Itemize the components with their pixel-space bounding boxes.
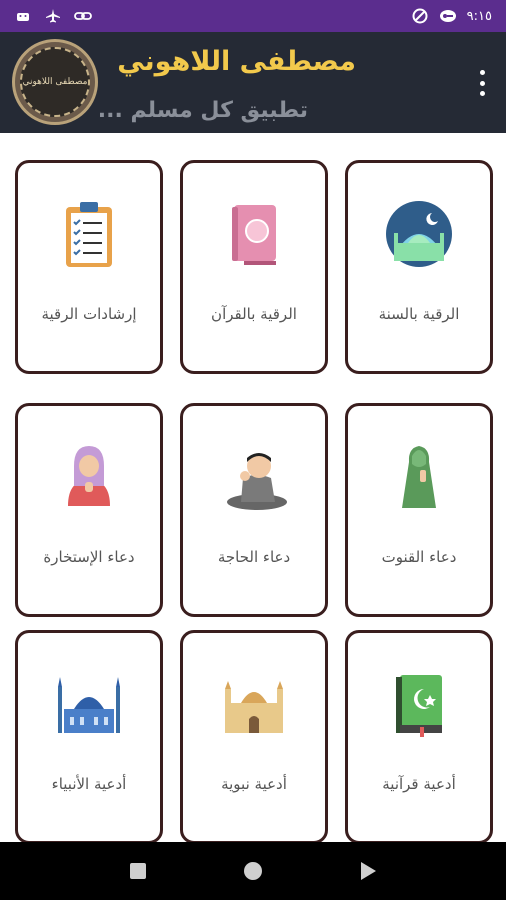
girl-praying-icon (54, 442, 124, 512)
app-title: مصطفى اللاهوني (117, 46, 356, 77)
card-label: أدعية نبوية (221, 775, 287, 793)
menu-dot (479, 80, 485, 86)
blue-mosque-icon (54, 669, 124, 739)
data-saver-icon (411, 7, 429, 25)
card-ruqyah-quran[interactable]: الرقية بالقرآن (180, 160, 328, 374)
menu-dot (479, 91, 485, 96)
status-bar: ٩:١٥ (0, 0, 506, 32)
card-prophets-duas[interactable]: أدعية الأنبياء (15, 630, 163, 844)
home-button[interactable] (242, 860, 264, 882)
vpn-icon (439, 7, 457, 25)
card-need-dua[interactable]: دعاء الحاجة (180, 403, 328, 617)
boy-praying-icon (219, 442, 289, 512)
app-header: مصطفى اللاهوني مصطفى اللاهوني تطبيق كل م… (0, 32, 506, 133)
airplane-icon (44, 7, 62, 25)
status-left-icons (14, 7, 92, 25)
recents-button[interactable] (127, 860, 149, 882)
card-ruqyah-guidance[interactable]: إرشادات الرقية (15, 160, 163, 374)
mosque-icon (384, 199, 454, 269)
card-qunut-dua[interactable]: دعاء القنوت (345, 403, 493, 617)
card-quranic-duas[interactable]: أدعية قرآنية (345, 630, 493, 844)
card-label: دعاء الإستخارة (43, 548, 135, 566)
card-prophetic-duas[interactable]: أدعية نبوية (180, 630, 328, 844)
card-label: الرقية بالقرآن (211, 305, 297, 323)
woman-praying-icon (384, 442, 454, 512)
back-button[interactable] (357, 860, 379, 882)
card-label: دعاء الحاجة (217, 548, 291, 566)
link-icon (74, 7, 92, 25)
islamic-book-icon (384, 669, 454, 739)
card-label: دعاء القنوت (381, 548, 457, 566)
golden-mosque-icon (219, 669, 289, 739)
status-time: ٩:١٥ (466, 8, 492, 24)
overflow-menu-button[interactable] (476, 70, 488, 96)
clipboard-icon (54, 199, 124, 269)
card-istikhara-dua[interactable]: دعاء الإستخارة (15, 403, 163, 617)
status-right-icons: ٩:١٥ (411, 7, 492, 25)
logo-inner: مصطفى اللاهوني (20, 47, 90, 117)
logo-text: مصطفى اللاهوني (22, 77, 88, 87)
card-label: أدعية الأنبياء (51, 775, 127, 793)
card-label: أدعية قرآنية (382, 775, 456, 793)
app-subtitle: تطبيق كل مسلم ... (97, 98, 308, 123)
card-label: إرشادات الرقية (41, 305, 137, 323)
android-icon (14, 7, 32, 25)
system-nav-bar (0, 842, 506, 900)
more-vert-icon (479, 70, 485, 75)
card-label: الرقية بالسنة (378, 305, 460, 323)
quran-icon (219, 199, 289, 269)
card-ruqyah-sunnah[interactable]: الرقية بالسنة (345, 160, 493, 374)
app-logo: مصطفى اللاهوني (12, 39, 98, 125)
